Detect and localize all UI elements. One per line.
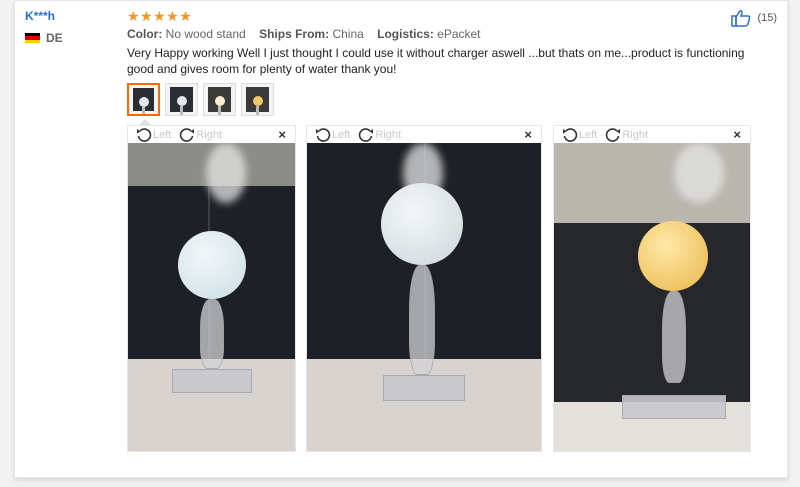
rotate-left-button[interactable]: Left	[562, 127, 597, 143]
rotate-right-label: Right	[622, 128, 649, 141]
image-viewer-3: Left Right ×	[553, 125, 751, 452]
rotate-left-button[interactable]: Left	[315, 127, 350, 143]
thumbnail-4[interactable]	[241, 83, 274, 116]
rotate-right-button[interactable]: Right	[358, 127, 401, 143]
rotate-left-icon	[316, 127, 331, 142]
logistics-value: ePacket	[437, 27, 481, 41]
close-icon[interactable]: ×	[524, 127, 532, 142]
thumbnail-strip	[127, 83, 279, 116]
reviewer-name: K***h	[25, 9, 56, 23]
rotate-left-icon	[563, 127, 578, 142]
rotate-left-label: Left	[153, 128, 172, 141]
like-button[interactable]: (15)	[731, 9, 777, 27]
review-text: Very Happy working Well I just thought I…	[127, 46, 745, 76]
review-photo-3	[554, 143, 750, 451]
ships-from-value: China	[332, 27, 364, 41]
reviewer-info: K***h DE	[25, 9, 63, 45]
germany-flag-icon	[25, 33, 40, 43]
rotate-right-icon	[606, 127, 621, 142]
viewer-toolbar: Left Right ×	[128, 126, 295, 143]
rotate-right-icon	[359, 127, 374, 142]
rotate-left-button[interactable]: Left	[136, 127, 171, 143]
thumbs-up-icon	[731, 10, 751, 27]
logistics-label: Logistics:	[377, 27, 434, 41]
viewer-toolbar: Left Right ×	[307, 126, 541, 143]
review-photo-1	[128, 143, 295, 451]
close-icon[interactable]: ×	[733, 127, 741, 142]
rotate-left-label: Left	[579, 128, 598, 141]
rotate-left-icon	[137, 127, 152, 142]
thumbnail-3[interactable]	[203, 83, 236, 116]
ships-from-label: Ships From:	[259, 27, 330, 41]
rotate-left-label: Left	[332, 128, 351, 141]
review-body: ★★★★★ Color: No wood stand Ships From: C…	[127, 9, 777, 77]
viewer-toolbar: Left Right ×	[554, 126, 750, 143]
order-meta: Color: No wood stand Ships From: China L…	[127, 27, 777, 41]
image-viewer-2: Left Right ×	[306, 125, 542, 452]
color-label: Color:	[127, 27, 163, 41]
review-card: K***h DE ★★★★★ Color: No wood stand Ship…	[14, 0, 788, 478]
reviewer-country: DE	[25, 31, 63, 45]
rotate-right-button[interactable]: Right	[605, 127, 648, 143]
color-value: No wood stand	[165, 27, 246, 41]
rotate-right-label: Right	[196, 128, 223, 141]
like-count: (15)	[757, 12, 777, 24]
rotate-right-icon	[180, 127, 195, 142]
rotate-right-label: Right	[375, 128, 402, 141]
image-viewer-1: Left Right ×	[127, 125, 296, 452]
star-rating: ★★★★★	[127, 8, 193, 24]
thumbnail-1[interactable]	[127, 83, 160, 116]
close-icon[interactable]: ×	[278, 127, 286, 142]
review-photo-2	[307, 143, 541, 451]
country-code: DE	[46, 31, 63, 45]
thumbnail-2[interactable]	[165, 83, 198, 116]
rotate-right-button[interactable]: Right	[179, 127, 222, 143]
